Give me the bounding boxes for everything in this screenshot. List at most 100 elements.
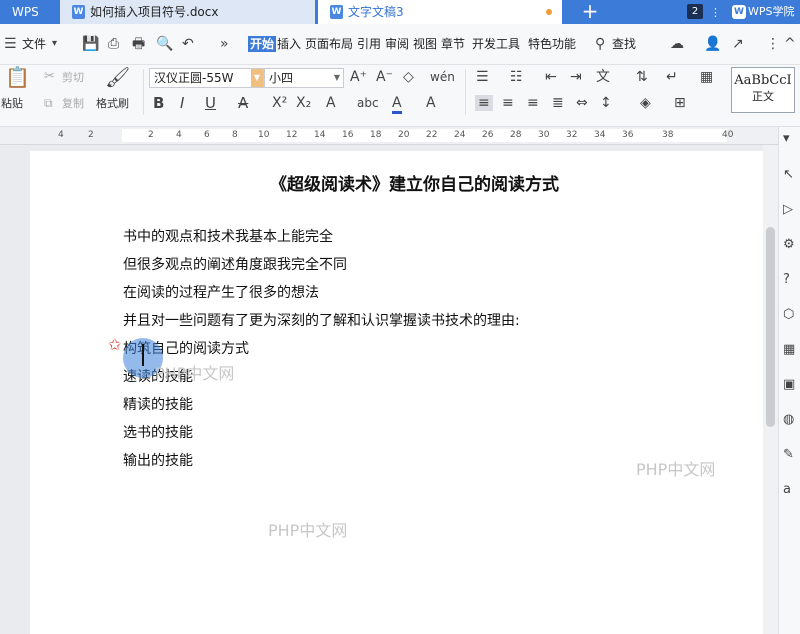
align-right-icon[interactable]: ≡ — [527, 95, 539, 111]
translate-icon[interactable]: a — [783, 482, 791, 498]
cut-button[interactable]: 剪切 — [62, 71, 84, 85]
menu-view[interactable]: 视图 — [413, 36, 437, 52]
paragraph[interactable]: 在阅读的过程产生了很多的想法 — [123, 284, 319, 302]
paragraph[interactable]: 选书的技能 — [123, 424, 193, 442]
underline-button[interactable]: U — [205, 95, 216, 111]
document-page[interactable]: 《超级阅读术》建立你自己的阅读方式 书中的观点和技术我基本上能完全 但很多观点的… — [30, 151, 763, 634]
shrink-font-icon[interactable]: A⁻ — [376, 69, 393, 85]
scrollbar-thumb[interactable] — [766, 227, 775, 427]
menu-chapter[interactable]: 章节 — [441, 36, 465, 52]
line-spacing-icon[interactable]: ↕ — [600, 95, 612, 111]
ruler-tick: 8 — [232, 130, 238, 140]
window-list-icon[interactable]: ⋮ — [710, 6, 721, 19]
pinyin-guide-icon[interactable]: wén — [430, 69, 455, 85]
pointer-icon[interactable]: ▷ — [783, 202, 793, 218]
new-tab-button[interactable]: + — [578, 0, 602, 24]
save-icon[interactable]: 💾 — [82, 36, 99, 52]
vertical-scrollbar[interactable] — [763, 145, 778, 634]
edit-icon[interactable]: ✎ — [783, 447, 794, 463]
window-count-badge[interactable]: 2 — [687, 4, 703, 19]
shape-icon[interactable]: ⬡ — [783, 307, 794, 323]
increase-indent-icon[interactable]: ⇥ — [570, 69, 582, 85]
more-icon[interactable]: » — [220, 36, 229, 52]
print-icon[interactable]: 🖶 — [132, 36, 145, 52]
horizontal-ruler[interactable]: 4 2 2 4 6 8 10 12 14 16 18 20 22 24 26 2… — [0, 127, 778, 145]
clear-format-icon[interactable]: ◇ — [403, 69, 414, 85]
format-painter-button[interactable]: 格式刷 — [96, 97, 129, 111]
align-left-icon[interactable]: ≡ — [475, 95, 493, 111]
text-effect-icon[interactable]: A — [326, 95, 336, 111]
copy-icon[interactable]: ⧉ — [44, 95, 53, 111]
bold-button[interactable]: B — [153, 95, 164, 111]
ruler-text-area — [122, 129, 727, 142]
share-icon[interactable]: ↗ — [732, 36, 744, 52]
chevron-down-icon[interactable]: ▾ — [52, 36, 57, 52]
document-area[interactable]: 《超级阅读术》建立你自己的阅读方式 书中的观点和技术我基本上能完全 但很多观点的… — [0, 145, 778, 634]
chevron-up-icon[interactable]: ^ — [784, 36, 796, 52]
export-pdf-icon[interactable]: ⎙ — [108, 36, 119, 52]
paste-icon[interactable]: 📋 — [5, 67, 30, 87]
bullet-list-icon[interactable]: ☰ — [476, 69, 489, 85]
superscript-icon[interactable]: X² — [272, 95, 287, 111]
numbered-list-icon[interactable]: ☷ — [510, 69, 523, 85]
shading-icon[interactable]: ◈ — [640, 95, 651, 111]
style-normal[interactable]: AaBbCcI 正文 — [731, 67, 795, 113]
paragraph[interactable]: 但很多观点的阐述角度跟我完全不同 — [123, 256, 347, 274]
distribute-icon[interactable]: ⇔ — [576, 95, 588, 111]
cut-icon[interactable]: ✂ — [44, 69, 55, 85]
undo-icon[interactable]: ↶ — [182, 36, 194, 52]
tab-document-1[interactable]: W 如何插入项目符号.docx — [60, 0, 315, 24]
menu-file[interactable]: 文件 — [22, 36, 46, 52]
font-name-select[interactable]: 汉仪正圆-55W ▼ — [149, 68, 264, 88]
chinese-layout-icon[interactable]: 文 — [596, 69, 610, 85]
collaborate-icon[interactable]: 👤 — [704, 36, 721, 52]
phonetic-icon[interactable]: abc — [357, 95, 379, 111]
menu-developer[interactable]: 开发工具 — [472, 36, 520, 52]
search-label[interactable]: 查找 — [612, 36, 636, 52]
menu-home[interactable]: 开始 — [248, 36, 277, 52]
borders-icon[interactable]: ⊞ — [674, 95, 686, 111]
format-painter-icon[interactable]: 🖌 — [105, 67, 130, 87]
image-icon[interactable]: ▣ — [783, 377, 795, 393]
char-shading-icon[interactable]: A — [426, 95, 436, 111]
italic-button[interactable]: I — [180, 95, 184, 111]
menu-features[interactable]: 特色功能 — [528, 36, 576, 52]
menu-page-layout[interactable]: 页面布局 — [305, 36, 353, 52]
justify-icon[interactable]: ≣ — [552, 95, 564, 111]
menu-references[interactable]: 引用 — [357, 36, 381, 52]
copy-button[interactable]: 复制 — [62, 97, 84, 111]
paragraph[interactable]: 精读的技能 — [123, 396, 193, 414]
chevron-down-icon[interactable]: ▾ — [783, 131, 790, 147]
font-size-select[interactable]: 小四 ▼ — [264, 68, 344, 88]
comment-icon[interactable]: ◍ — [783, 412, 794, 428]
settings-icon[interactable]: ⚙ — [783, 237, 795, 253]
more-vertical-icon[interactable]: ⋮ — [766, 36, 780, 52]
wps-academy-button[interactable]: W WPS学院 — [728, 0, 800, 24]
menu-review[interactable]: 审阅 — [385, 36, 409, 52]
align-center-icon[interactable]: ≡ — [502, 95, 514, 111]
strikethrough-icon[interactable]: A — [238, 95, 248, 111]
font-color-icon[interactable]: A — [392, 95, 402, 114]
grow-font-icon[interactable]: A⁺ — [350, 69, 367, 85]
paste-button[interactable]: 粘贴 — [1, 97, 23, 111]
tab-document-2[interactable]: W 文字文稿3 — [318, 0, 562, 24]
sort-icon[interactable]: ⇅ — [636, 69, 648, 85]
document-title[interactable]: 《超级阅读术》建立你自己的阅读方式 — [270, 170, 559, 195]
table-border-icon[interactable]: ▦ — [700, 69, 713, 85]
paragraph[interactable]: 输出的技能 — [123, 452, 193, 470]
hamburger-icon[interactable]: ☰ — [4, 36, 17, 52]
cloud-icon[interactable]: ☁ — [670, 36, 684, 52]
wps-home-button[interactable]: WPS — [0, 0, 60, 24]
print-preview-icon[interactable]: 🔍 — [156, 36, 173, 52]
help-icon[interactable]: ? — [783, 272, 790, 288]
paragraph[interactable]: 书中的观点和技术我基本上能完全 — [123, 228, 333, 246]
grid-icon[interactable]: ▦ — [783, 342, 795, 358]
paragraph[interactable]: 并且对一些问题有了更为深刻的了解和认识掌握读书技术的理由: — [123, 312, 520, 330]
show-marks-icon[interactable]: ↵ — [666, 69, 678, 85]
cursor-select-icon[interactable]: ↖ — [783, 167, 794, 183]
search-icon[interactable]: ⚲ — [595, 36, 605, 52]
font-size-value: 小四 — [269, 71, 294, 85]
decrease-indent-icon[interactable]: ⇤ — [545, 69, 557, 85]
menu-insert[interactable]: 插入 — [277, 36, 301, 52]
subscript-icon[interactable]: X₂ — [296, 95, 311, 111]
